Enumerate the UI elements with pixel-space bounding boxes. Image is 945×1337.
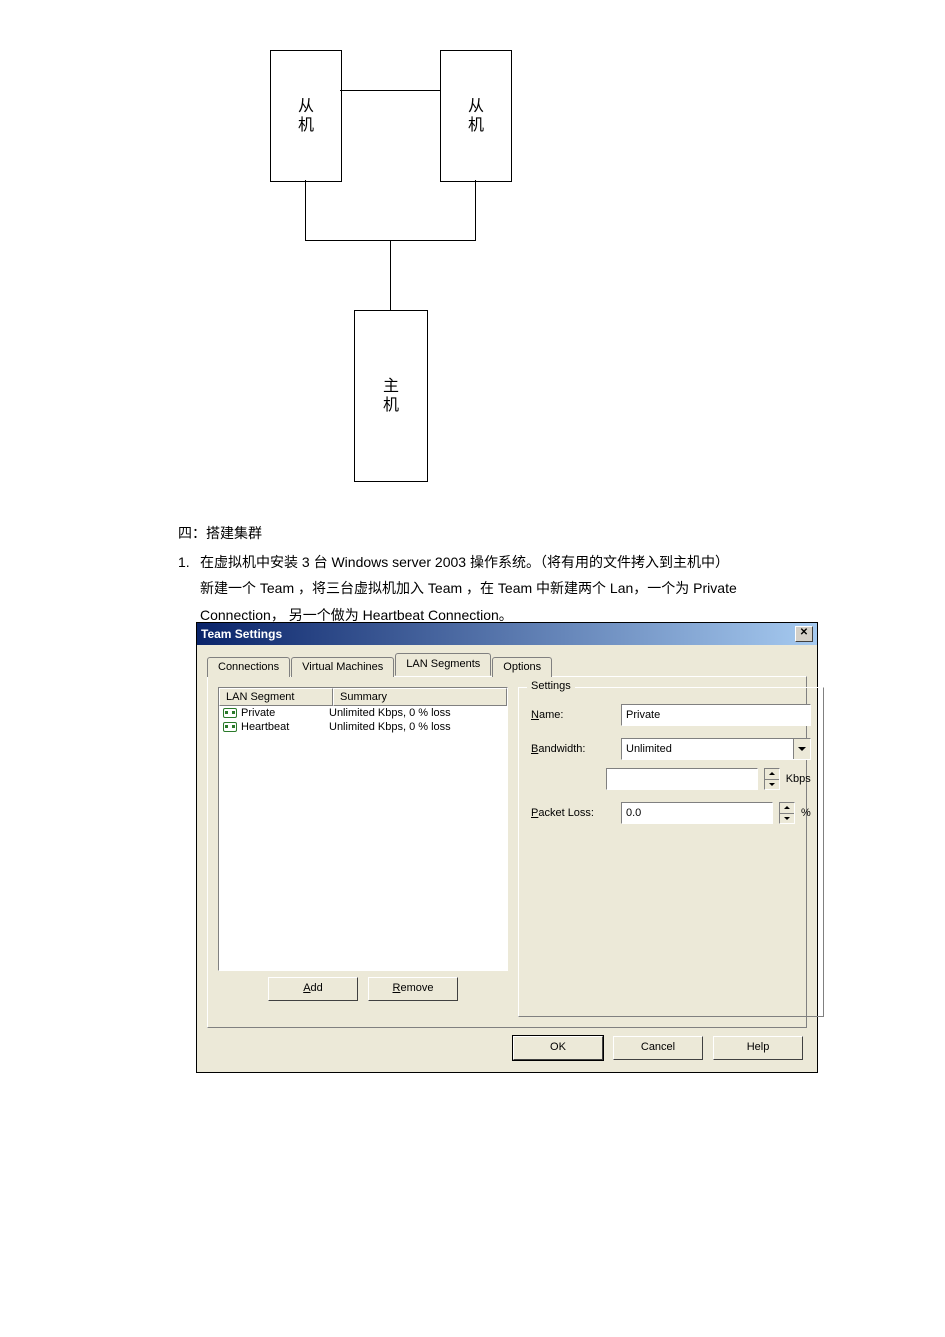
packet-loss-label: Packet Loss: [531, 807, 621, 819]
segment-summary: Unlimited Kbps, 0 % loss [323, 707, 507, 719]
groupbox-legend: Settings [527, 680, 575, 692]
bandwidth-value: Unlimited [626, 743, 672, 755]
paragraph-line: 在虚拟机中安装 3 台 Windows server 2003 操作系统。（将有… [200, 554, 729, 570]
packet-loss-input[interactable] [621, 802, 773, 824]
packet-loss-spinner[interactable] [779, 802, 795, 824]
name-input[interactable] [621, 704, 811, 726]
spinner-down-icon[interactable] [765, 780, 779, 790]
segment-summary: Unlimited Kbps, 0 % loss [323, 721, 507, 733]
tab-bar: Connections Virtual Machines LAN Segment… [207, 653, 807, 676]
segment-name: Private [241, 707, 275, 719]
bandwidth-unit: Kbps [786, 773, 811, 785]
list-item[interactable]: Private Unlimited Kbps, 0 % loss [219, 706, 507, 720]
bandwidth-combo[interactable]: Unlimited [621, 738, 811, 760]
lan-segment-icon [223, 708, 237, 718]
lan-segment-list[interactable]: LAN Segment Summary Private Unlimited Kb… [218, 687, 508, 971]
add-button[interactable]: Add [268, 977, 358, 1001]
bandwidth-spinner[interactable] [764, 768, 780, 790]
topology-diagram: 从 机 从 机 主 机 [270, 50, 530, 500]
spinner-up-icon[interactable] [780, 803, 794, 814]
cancel-button[interactable]: Cancel [613, 1036, 703, 1060]
list-item[interactable]: Heartbeat Unlimited Kbps, 0 % loss [219, 720, 507, 734]
tab-virtual-machines[interactable]: Virtual Machines [291, 657, 394, 677]
dialog-button-row: OK Cancel Help [207, 1028, 807, 1062]
settings-groupbox: Settings Name: Bandwidth: Unlimite [518, 687, 824, 1017]
paragraph-line: 新建一个 Team ，将三台虚拟机加入 Team ，在 Team 中新建两个 L… [178, 575, 788, 602]
tab-options[interactable]: Options [492, 657, 552, 677]
dialog-title: Team Settings [201, 627, 282, 641]
titlebar: Team Settings ✕ [197, 623, 817, 645]
list-header: LAN Segment Summary [219, 688, 507, 706]
master-box: 主 机 [354, 310, 428, 482]
connector-line [340, 90, 440, 91]
spinner-up-icon[interactable] [765, 769, 779, 780]
team-settings-dialog: Team Settings ✕ Connections Virtual Mach… [196, 622, 818, 1073]
list-number: 1. [178, 549, 200, 576]
tab-pane-lan-segments: LAN Segment Summary Private Unlimited Kb… [207, 676, 807, 1028]
document-body: 四：搭建集群 1.在虚拟机中安装 3 台 Windows server 2003… [178, 520, 788, 628]
remove-button[interactable]: Remove [368, 977, 458, 1001]
close-button[interactable]: ✕ [795, 626, 813, 642]
bandwidth-number-input[interactable] [606, 768, 758, 790]
slave-box-left: 从 机 [270, 50, 342, 182]
lan-segment-icon [223, 722, 237, 732]
segment-name: Heartbeat [241, 721, 289, 733]
packet-loss-unit: % [801, 807, 811, 819]
slave-label: 从 机 [298, 97, 314, 135]
slave-label: 从 机 [468, 97, 484, 135]
connector-line [390, 240, 391, 310]
section-header: 四：搭建集群 [178, 520, 788, 547]
close-icon: ✕ [800, 627, 808, 638]
column-header-summary[interactable]: Summary [333, 688, 507, 706]
spinner-down-icon[interactable] [780, 814, 794, 824]
tab-lan-segments[interactable]: LAN Segments [395, 653, 491, 676]
slave-box-right: 从 机 [440, 50, 512, 182]
connector-line [305, 180, 306, 240]
help-button[interactable]: Help [713, 1036, 803, 1060]
bandwidth-label: Bandwidth: [531, 743, 621, 755]
tab-connections[interactable]: Connections [207, 657, 290, 677]
name-label: Name: [531, 709, 621, 721]
connector-line [475, 180, 476, 240]
column-header-segment[interactable]: LAN Segment [219, 688, 333, 706]
master-label: 主 机 [383, 377, 399, 415]
ok-button[interactable]: OK [513, 1036, 603, 1060]
chevron-down-icon [793, 739, 810, 759]
